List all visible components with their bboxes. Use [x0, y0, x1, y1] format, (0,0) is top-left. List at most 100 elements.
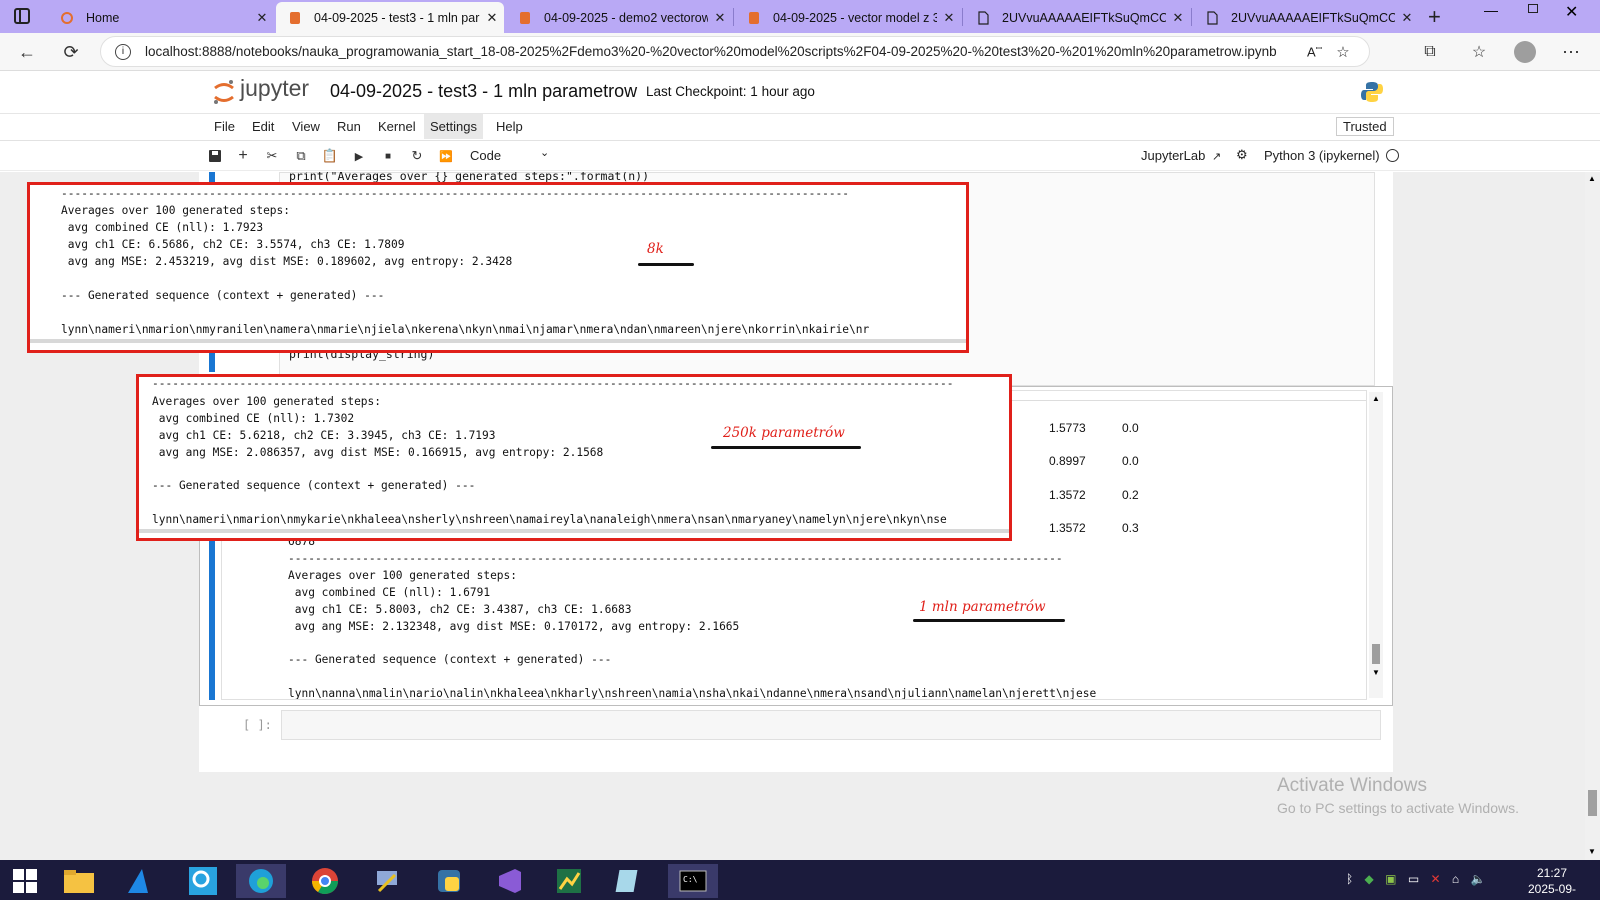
paste-icon[interactable]: 📋	[322, 148, 338, 164]
cut-icon[interactable]: ✂	[264, 148, 280, 164]
shark-app-icon[interactable]	[116, 864, 166, 898]
tab-image-2[interactable]: 2UVvuAAAAAEIFTkSuQmCC (4 ✕	[1193, 2, 1419, 33]
close-icon[interactable]: ✕	[708, 10, 732, 26]
edge-browser-icon[interactable]	[236, 864, 286, 898]
url-text: localhost:8888/notebooks/nauka_programow…	[145, 44, 1277, 59]
menu-file[interactable]: File	[214, 119, 235, 134]
tab-vector-model[interactable]: 04-09-2025 - vector model z 3 ✕	[735, 2, 961, 33]
tab-demo2[interactable]: 04-09-2025 - demo2 vectorow ✕	[506, 2, 732, 33]
favorites-icon[interactable]: ☆	[1464, 37, 1494, 67]
menu-kernel[interactable]: Kernel	[378, 119, 416, 134]
restart-icon[interactable]: ↻	[409, 148, 425, 164]
jupyter-logo-text: jupyter	[240, 75, 310, 101]
kernel-name[interactable]: Python 3 (ipykernel)	[1264, 148, 1380, 163]
tab-label: 2UVvuAAAAAEIFTkSuQmCC (4	[1231, 10, 1395, 25]
table-cell: 1.5773	[1049, 421, 1086, 435]
close-icon[interactable]: ✕	[1395, 10, 1419, 26]
close-icon[interactable]: ✕	[1166, 10, 1190, 26]
output-text: avg ang MSE: 2.132348, avg dist MSE: 0.1…	[288, 620, 740, 633]
stop-icon[interactable]: ■	[380, 148, 396, 164]
favorite-star-icon[interactable]: ☆	[1336, 43, 1349, 61]
more-menu-icon[interactable]: ⋯	[1556, 37, 1586, 67]
scroll-up-icon[interactable]: ▲	[1372, 394, 1380, 403]
close-icon[interactable]: ✕	[250, 10, 274, 26]
chrome-browser-icon[interactable]	[300, 864, 350, 898]
output-text: avg combined CE (nll): 1.7923	[61, 221, 264, 234]
clock-time: 21:27	[1536, 866, 1568, 880]
menu-help[interactable]: Help	[496, 119, 523, 134]
address-bar-row: ← ⟳ i localhost:8888/notebooks/nauka_pro…	[0, 33, 1600, 71]
add-cell-icon[interactable]: +	[235, 147, 251, 164]
annotation-1mln: 1 mln parametrów	[919, 599, 1046, 615]
profile-avatar[interactable]	[1514, 41, 1536, 63]
refresh-icon[interactable]: ⟳	[56, 37, 86, 67]
visual-studio-icon[interactable]	[484, 864, 534, 898]
browser-tab-bar: Home ✕ 04-09-2025 - test3 - 1 mln para ✕…	[0, 0, 1600, 33]
close-window-icon[interactable]: ✕	[1565, 2, 1578, 22]
extensions-icon[interactable]: ⧉	[1415, 37, 1445, 67]
shield-icon[interactable]: ◆	[1365, 872, 1374, 886]
annotation-box-250k: ----------------------------------------…	[136, 374, 1012, 541]
scroll-thumb[interactable]	[1588, 790, 1597, 816]
close-icon[interactable]: ✕	[937, 10, 961, 26]
close-icon[interactable]: ✕	[480, 10, 504, 26]
page-scrollbar[interactable]: ▲ ▼	[1585, 172, 1600, 860]
windows-taskbar: C:\ ᛒ ◆ ▣ ▭ ✕ ⌂ 🔈 21:27 2025-09-04	[0, 860, 1600, 912]
scroll-down-icon[interactable]: ▼	[1372, 668, 1380, 677]
chart-app-icon[interactable]	[544, 864, 594, 898]
volume-icon[interactable]: 🔈	[1471, 872, 1486, 886]
output-text: lynn\nameri\nmarion\nmykarie\nkhaleea\ns…	[152, 513, 947, 526]
mute-icon[interactable]: ✕	[1431, 872, 1441, 886]
read-aloud-icon[interactable]: Aꟷ	[1307, 43, 1322, 59]
settings-gear-icon[interactable]: ⚙	[1236, 147, 1248, 163]
minimize-icon[interactable]: —	[1484, 2, 1498, 18]
tab-image-1[interactable]: 2UVvuAAAAAEIFTkSuQmCC (4 ✕	[964, 2, 1190, 33]
fast-forward-icon[interactable]: ⏩	[438, 148, 454, 164]
run-icon[interactable]: ▶	[351, 148, 367, 164]
annotation-underline	[711, 446, 861, 449]
menu-run[interactable]: Run	[337, 119, 361, 134]
app-tray-icon[interactable]: ▣	[1385, 872, 1396, 886]
bluetooth-icon[interactable]: ᛒ	[1346, 872, 1353, 886]
notebook-title[interactable]: 04-09-2025 - test3 - 1 mln parametrow	[330, 81, 637, 102]
empty-code-cell[interactable]	[281, 710, 1381, 740]
cell-type-value: Code	[470, 148, 502, 163]
terminal-icon[interactable]: C:\	[668, 864, 718, 898]
file-explorer-icon[interactable]	[54, 864, 104, 898]
save-icon[interactable]	[207, 148, 223, 164]
menu-edit[interactable]: Edit	[252, 119, 274, 134]
network-tool-icon[interactable]	[362, 864, 412, 898]
scroll-thumb[interactable]	[1372, 644, 1380, 664]
python-app-icon[interactable]	[424, 864, 474, 898]
copy-icon[interactable]: ⧉	[293, 148, 309, 164]
jupyter-logo-icon[interactable]	[212, 79, 236, 105]
network-icon[interactable]: ⌂	[1452, 872, 1459, 886]
url-field[interactable]: i localhost:8888/notebooks/nauka_program…	[100, 36, 1370, 67]
tab-home[interactable]: Home ✕	[48, 2, 274, 33]
cell-type-select[interactable]: Code ⌄	[470, 147, 550, 163]
output-scrollbar[interactable]: ▲ ▼	[1369, 392, 1383, 698]
table-cell: 0.0	[1122, 454, 1139, 468]
menu-settings[interactable]: Settings	[424, 114, 483, 139]
tab-actions-icon[interactable]	[14, 8, 30, 24]
windows-start-icon[interactable]	[0, 864, 50, 898]
new-tab-icon[interactable]: +	[1428, 4, 1441, 30]
monitor-icon[interactable]: ▭	[1408, 872, 1419, 886]
tab-test3[interactable]: 04-09-2025 - test3 - 1 mln para ✕	[276, 2, 504, 33]
notebook-favicon-icon	[518, 11, 532, 25]
search-app-icon[interactable]	[178, 864, 228, 898]
scroll-down-icon[interactable]: ▼	[1588, 847, 1596, 856]
annotation-box-8k: ----------------------------------------…	[27, 182, 969, 353]
taskbar-clock[interactable]: 21:27 2025-09-04	[1522, 865, 1582, 913]
jupyterlab-link[interactable]: JupyterLab ↗	[1141, 148, 1221, 163]
system-tray: ᛒ ◆ ▣ ▭ ✕ ⌂ 🔈	[1346, 872, 1485, 886]
scroll-up-icon[interactable]: ▲	[1588, 174, 1596, 183]
back-arrow-icon[interactable]: ←	[12, 37, 42, 67]
menu-view[interactable]: View	[292, 119, 320, 134]
output-text: --- Generated sequence (context + genera…	[152, 479, 476, 492]
restore-icon[interactable]	[1528, 4, 1538, 13]
jupyter-header: jupyter 04-09-2025 - test3 - 1 mln param…	[0, 72, 1600, 114]
trusted-badge[interactable]: Trusted	[1336, 117, 1394, 136]
notepad-icon[interactable]	[604, 864, 654, 898]
info-icon[interactable]: i	[115, 43, 131, 60]
